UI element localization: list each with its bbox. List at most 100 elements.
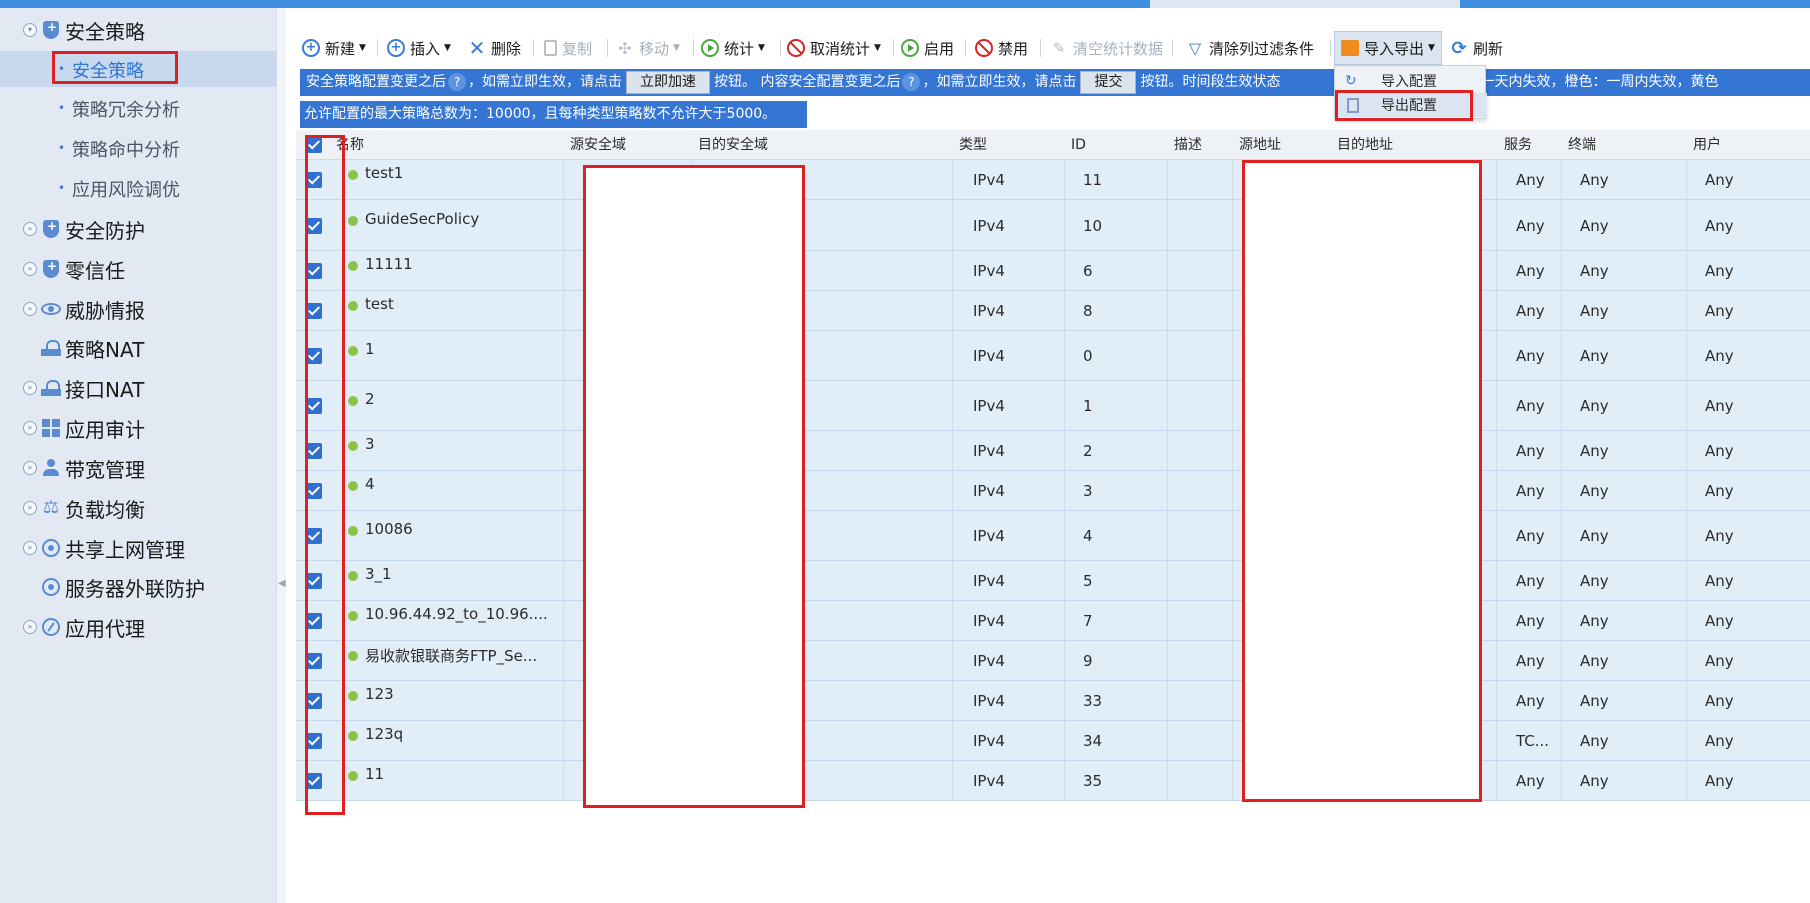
delete-button[interactable]: ✕ 删除 — [468, 31, 521, 65]
sidebar-splitter[interactable]: ◀ — [276, 8, 286, 903]
table-row[interactable]: 3 IPv4 2 Any Any Any — [296, 431, 1810, 471]
help-icon[interactable]: ? — [902, 73, 921, 91]
table-row[interactable]: 123q IPv4 34 TC... Any Any — [296, 721, 1810, 761]
sidebar-subitem-hit-analysis[interactable]: • 策略命中分析 — [0, 130, 276, 166]
expand-icon[interactable]: » — [23, 620, 37, 634]
sidebar-subitem-redundancy-analysis[interactable]: • 策略冗余分析 — [0, 90, 276, 126]
table-row[interactable]: 易收款银联商务FTP_Se... IPv4 9 Any Any Any — [296, 641, 1810, 681]
table-row[interactable]: 10086 IPv4 4 Any Any Any — [296, 511, 1810, 561]
submit-button[interactable]: 提交 — [1080, 70, 1137, 94]
collapse-arrow-icon[interactable]: ◀ — [278, 578, 286, 589]
bullet-icon: • — [58, 181, 66, 195]
collapse-icon[interactable]: ▾ — [23, 23, 37, 37]
import-export-button[interactable]: 导入导出 ▼ — [1334, 31, 1442, 65]
header-src-addr[interactable]: 源地址 — [1239, 130, 1281, 160]
column-divider — [1064, 200, 1065, 251]
header-service[interactable]: 服务 — [1504, 130, 1532, 160]
sidebar-item-load-balance[interactable]: » ⚖ 负载均衡 — [0, 490, 276, 526]
table-header: 名称 源安全域 目的安全域 类型 ID 描述 源地址 目的地址 服务 终端 用户 — [296, 130, 1810, 160]
stats-button[interactable]: 统计 ▼ — [701, 31, 765, 65]
sidebar-item-interface-nat[interactable]: » 接口NAT — [0, 370, 276, 406]
move-button[interactable]: ✣ 移动 ▼ — [616, 31, 680, 65]
table-row[interactable]: 123 IPv4 33 Any Any Any — [296, 681, 1810, 721]
sidebar-item-app-proxy[interactable]: » 应用代理 — [0, 609, 276, 645]
cancel-stats-button[interactable]: 取消统计 ▼ — [787, 31, 881, 65]
insert-button[interactable]: + 插入 ▼ — [387, 31, 451, 65]
header-terminal[interactable]: 终端 — [1568, 130, 1596, 160]
sidebar-item-threat-intel[interactable]: » 威胁情报 — [0, 291, 276, 327]
table-row[interactable]: 10.96.44.92_to_10.96.... IPv4 7 Any Any Any — [296, 601, 1810, 641]
cell-terminal: Any — [1580, 572, 1609, 590]
sidebar-item-bandwidth[interactable]: » 带宽管理 — [0, 450, 276, 486]
cell-id: 4 — [1083, 527, 1093, 545]
cell-type: IPv4 — [973, 442, 1005, 460]
sidebar-item-shared-access[interactable]: » 共享上网管理 — [0, 530, 276, 566]
sidebar-item-policy-nat[interactable]: 策略NAT — [0, 330, 276, 366]
column-divider — [1167, 331, 1168, 381]
sidebar-item-security-policy[interactable]: ▾ 安全策略 — [0, 12, 276, 48]
table-row[interactable]: test IPv4 8 Any Any Any — [296, 291, 1810, 331]
header-dst-zone[interactable]: 目的安全域 — [698, 130, 768, 160]
import-export-menu: ↻ 导入配置 导出配置 — [1334, 65, 1487, 121]
column-divider — [1686, 291, 1687, 331]
copy-label: 复制 — [562, 39, 593, 58]
move-label: 移动 — [639, 39, 670, 58]
table-row[interactable]: 11111 IPv4 6 Any Any Any — [296, 251, 1810, 291]
caret-down-icon: ▼ — [359, 43, 366, 53]
expand-icon[interactable]: » — [23, 222, 37, 236]
column-divider — [1496, 160, 1497, 200]
cell-id: 1 — [1083, 397, 1093, 415]
expand-icon[interactable]: » — [23, 541, 37, 555]
table-row[interactable]: GuideSecPolicy IPv4 10 Any Any Any — [296, 200, 1810, 251]
sidebar-item-app-audit[interactable]: » 应用审计 — [0, 410, 276, 446]
active-top-tab[interactable] — [1150, 0, 1460, 8]
clear-stats-button[interactable]: ✎ 清空统计数据 — [1050, 31, 1163, 65]
copy-button[interactable]: 复制 — [544, 31, 592, 65]
header-user[interactable]: 用户 — [1693, 130, 1721, 160]
notice-text: ，如需立即生效，请点击 — [468, 74, 622, 90]
play-icon — [701, 39, 719, 57]
header-src-zone[interactable]: 源安全域 — [570, 130, 626, 160]
column-divider — [1686, 381, 1687, 431]
sidebar-item-zero-trust[interactable]: » 零信任 — [0, 251, 276, 287]
column-divider — [1064, 681, 1065, 721]
insert-label: 插入 — [410, 39, 441, 58]
header-desc[interactable]: 描述 — [1174, 130, 1202, 160]
status-dot-icon — [348, 651, 358, 661]
expand-icon[interactable]: » — [23, 501, 37, 515]
expand-icon[interactable]: » — [23, 302, 37, 316]
clear-filter-button[interactable]: ▽ 清除列过滤条件 — [1186, 31, 1314, 65]
sidebar-item-server-outbound[interactable]: 服务器外联防护 — [0, 569, 276, 605]
table-row[interactable]: 3_1 IPv4 5 Any Any Any — [296, 561, 1810, 601]
header-id[interactable]: ID — [1071, 130, 1086, 160]
table-row[interactable]: test1 IPv4 11 Any Any Any — [296, 160, 1810, 200]
column-divider — [563, 160, 564, 200]
table-row[interactable]: 4 IPv4 3 Any Any Any — [296, 471, 1810, 511]
expand-icon[interactable]: » — [23, 421, 37, 435]
caret-down-icon: ▼ — [444, 43, 451, 53]
header-type[interactable]: 类型 — [959, 130, 987, 160]
cell-terminal: Any — [1580, 397, 1609, 415]
column-divider — [1496, 721, 1497, 761]
table-row[interactable]: 11 IPv4 35 Any Any Any — [296, 761, 1810, 801]
new-button[interactable]: + 新建 ▼ — [302, 31, 366, 65]
expand-icon[interactable]: » — [23, 381, 37, 395]
accelerate-button[interactable]: 立即加速 — [626, 70, 710, 94]
refresh-button[interactable]: ⟳ 刷新 — [1450, 31, 1503, 65]
sidebar-item-protection[interactable]: » 安全防护 — [0, 211, 276, 247]
disable-button[interactable]: 禁用 — [975, 31, 1028, 65]
header-dst-addr[interactable]: 目的地址 — [1337, 130, 1393, 160]
table-row[interactable]: 1 IPv4 0 Any Any Any — [296, 331, 1810, 381]
toolbar-divider — [1441, 39, 1442, 57]
column-divider — [563, 291, 564, 331]
help-icon[interactable]: ? — [448, 73, 466, 91]
enable-button[interactable]: 启用 — [901, 31, 954, 65]
cell-name: 10086 — [365, 520, 413, 538]
cell-id: 3 — [1083, 482, 1093, 500]
table-row[interactable]: 2 IPv4 1 Any Any Any — [296, 381, 1810, 431]
expand-icon[interactable]: » — [23, 262, 37, 276]
column-divider — [1686, 721, 1687, 761]
sidebar-subitem-app-risk-tuning[interactable]: • 应用风险调优 — [0, 170, 276, 206]
expand-icon[interactable]: » — [23, 461, 37, 475]
cell-service: Any — [1516, 652, 1545, 670]
